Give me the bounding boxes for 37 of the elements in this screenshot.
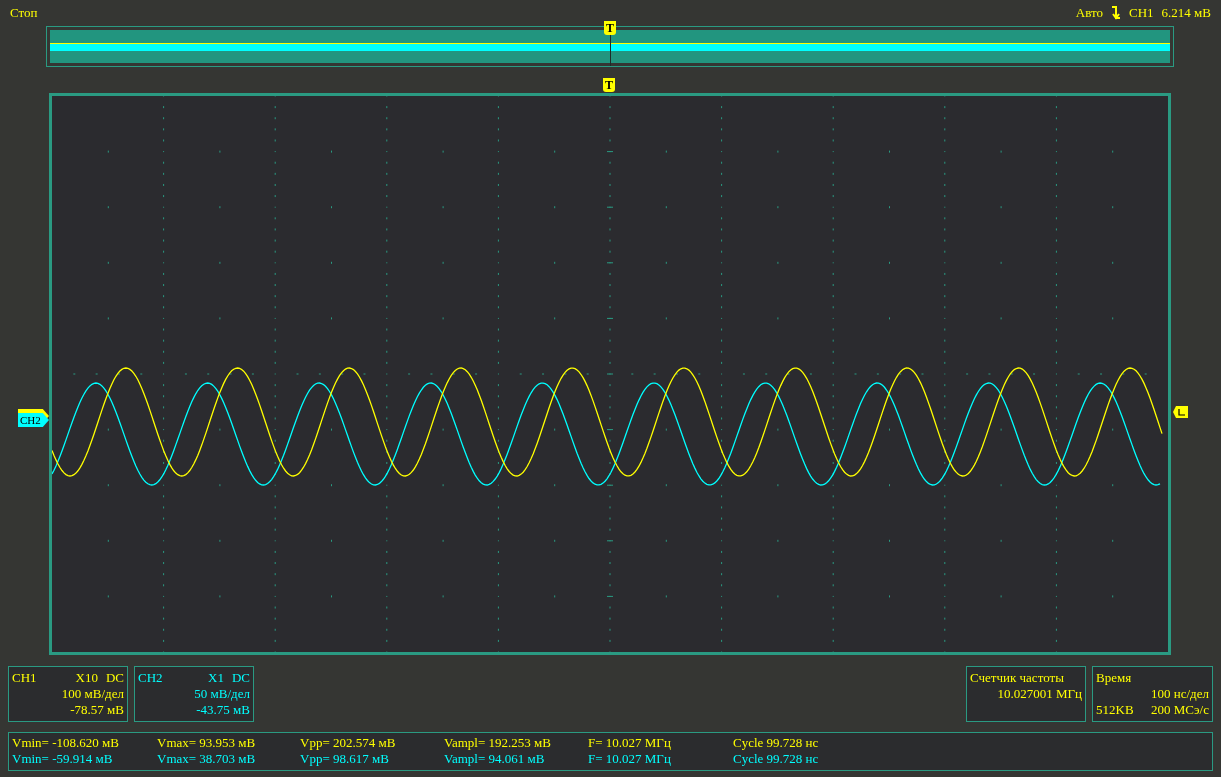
panel-title: Счетчик частоты bbox=[970, 670, 1065, 686]
measurement-value: Cycle 99.728 нс bbox=[733, 751, 819, 767]
vertical-scale: 50 мВ/дел bbox=[194, 686, 250, 702]
measurement-value: Vmax= 38.703 мВ bbox=[157, 751, 257, 767]
measurement-value: Vmax= 93.953 мВ bbox=[157, 735, 257, 751]
measurement-value: Vpp= 98.617 мВ bbox=[300, 751, 390, 767]
measurement-value: Vmin= -108.620 мВ bbox=[12, 735, 120, 751]
panel-title: Время bbox=[1096, 670, 1133, 686]
acquisition-status: Стоп bbox=[10, 4, 38, 23]
vertical-offset: -78.57 мВ bbox=[70, 702, 124, 718]
horizontal-scale: 100 нс/дел bbox=[1151, 686, 1209, 702]
trigger-source: CH1 bbox=[1129, 4, 1154, 23]
memory-depth: 512KB bbox=[1096, 702, 1134, 718]
measurement-value: F= 10.027 МГц bbox=[588, 735, 672, 751]
coupling-mode: DC bbox=[105, 670, 124, 686]
falling-edge-icon bbox=[1111, 6, 1122, 20]
trigger-level: 6.214 мВ bbox=[1161, 4, 1211, 23]
vertical-offset: -43.75 мВ bbox=[196, 702, 250, 718]
trigger-position-marker: T bbox=[604, 21, 616, 35]
measurement-value: Vmin= -59.914 мВ bbox=[12, 751, 114, 767]
channel-name: CH1 bbox=[12, 670, 37, 686]
probe-factor: X1 bbox=[208, 670, 224, 686]
measurement-value: Vpp= 202.574 мВ bbox=[300, 735, 397, 751]
trigger-level-marker-icon bbox=[1173, 406, 1189, 418]
channel-marker: CH2 bbox=[18, 413, 49, 427]
measurement-value: Vampl= 94.061 мВ bbox=[444, 751, 546, 767]
measurement-value: Cycle 99.728 нс bbox=[733, 735, 819, 751]
coupling-mode: DC bbox=[231, 670, 250, 686]
frequency-value: 10.027001 МГц bbox=[997, 686, 1082, 702]
channel-name: CH2 bbox=[138, 670, 163, 686]
measurement-value: F= 10.027 МГц bbox=[588, 751, 672, 767]
vertical-scale: 100 мВ/дел bbox=[61, 686, 124, 702]
measurement-value: Vampl= 192.253 мВ bbox=[444, 735, 552, 751]
trigger-mode: Авто bbox=[1075, 4, 1104, 23]
trigger-position-marker: T bbox=[603, 78, 615, 92]
probe-factor: X10 bbox=[75, 670, 98, 686]
sample-rate: 200 МСэ/с bbox=[1150, 702, 1209, 718]
